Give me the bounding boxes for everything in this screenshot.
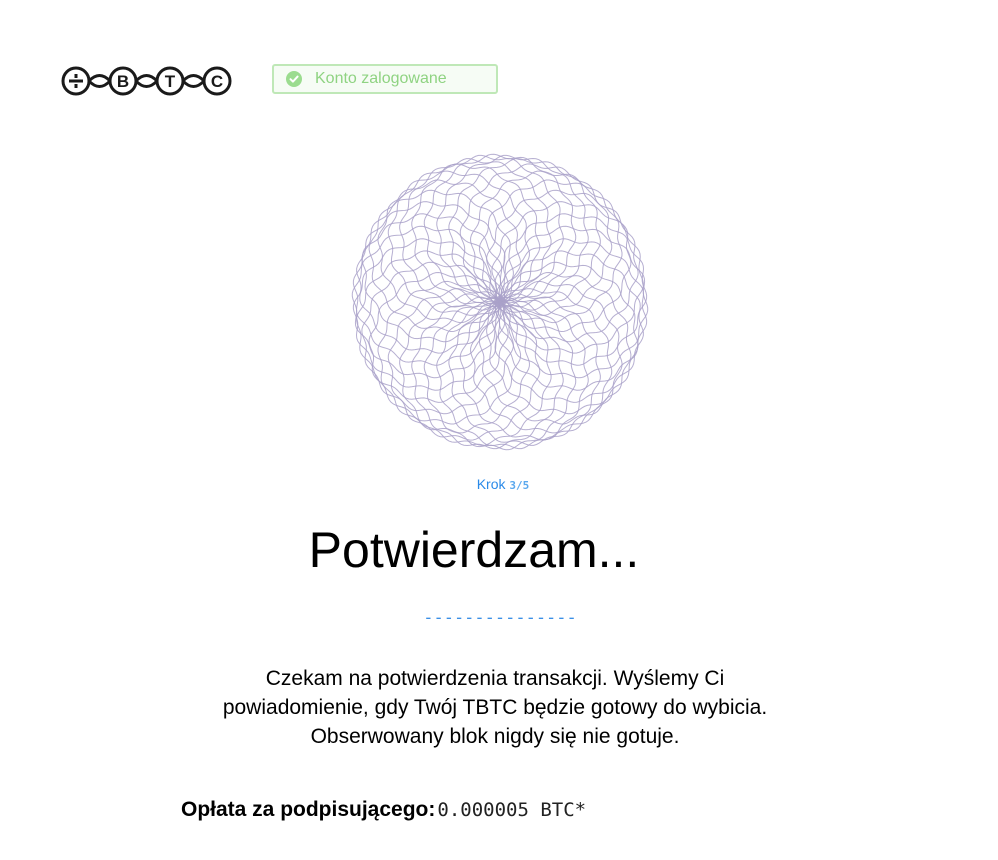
description-line: Obserwowany blok nigdy się nie gotuje. [310, 725, 680, 748]
page: B T C Konto zalogowane Krok 3/5 Potwierd… [0, 0, 998, 860]
step-label: Krok [476, 476, 506, 492]
tbtc-logo-icon[interactable]: B T C [58, 60, 236, 102]
spirograph-ring [411, 296, 564, 450]
step-indicator: Krok 3/5 [0, 476, 998, 492]
description-line: powiadomienie, gdy Twój TBTC będzie goto… [222, 696, 768, 719]
signer-fee: Opłata za podpisującego: 0.000005 BTC* [181, 798, 586, 822]
logo-letter-b: B [117, 72, 129, 91]
status-badge: Konto zalogowane [272, 64, 498, 94]
signer-fee-label: Opłata za podpisującego: [181, 798, 436, 821]
spirograph-ring [436, 154, 589, 308]
logo-letter-c: C [211, 72, 223, 91]
description: Czekam na potwierdzenia transakcji. Wyśl… [160, 664, 830, 751]
spirograph-ring [352, 238, 506, 391]
dashed-divider: --------------- [423, 608, 577, 628]
check-circle-icon [286, 71, 302, 87]
page-title: Potwierdzam... [308, 522, 640, 578]
step-count: 3/5 [509, 479, 530, 492]
logo-letter-t: T [165, 72, 176, 91]
spirograph-icon [351, 153, 649, 451]
status-badge-label: Konto zalogowane [315, 70, 447, 87]
signer-fee-value: 0.000005 BTC* [437, 799, 587, 821]
description-line: Czekam na potwierdzenia transakcji. Wyśl… [265, 667, 725, 690]
spirograph-ring [494, 213, 648, 366]
